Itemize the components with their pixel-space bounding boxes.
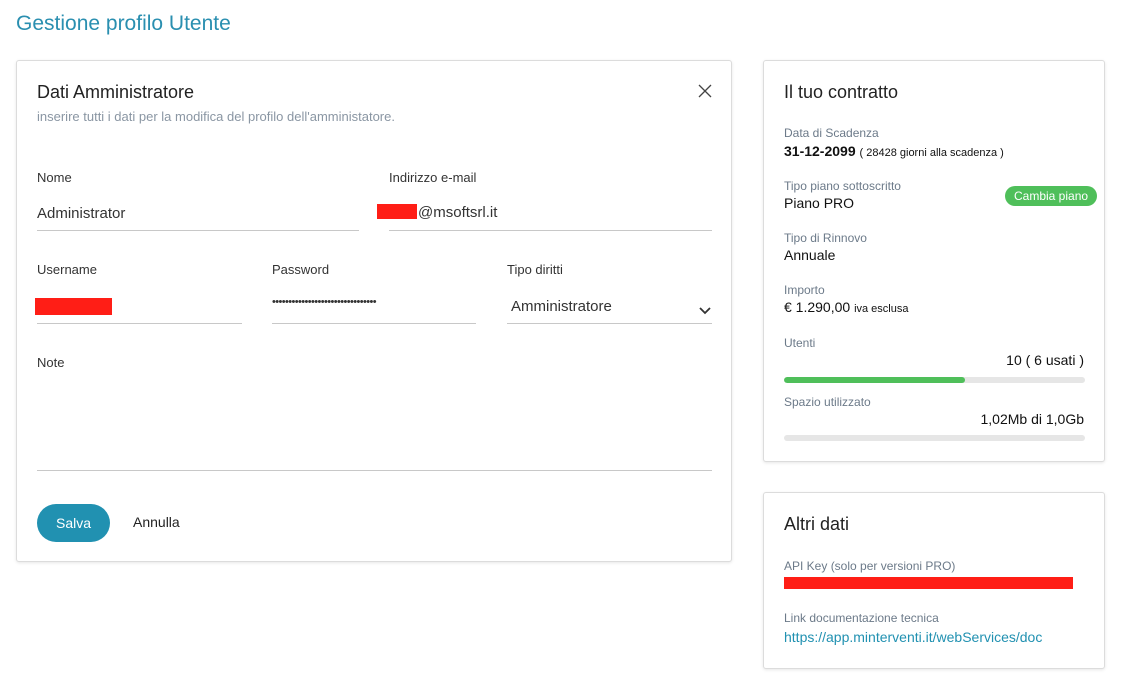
note-label: Note — [37, 355, 65, 370]
rights-underline — [507, 323, 712, 324]
password-underline — [272, 323, 476, 324]
note-underline — [37, 470, 712, 471]
contract-card-title: Il tuo contratto — [784, 82, 899, 102]
name-label: Nome — [37, 170, 72, 185]
expiry-days-note: ( 28428 giorni alla scadenza ) — [859, 147, 1004, 159]
email-underline — [389, 230, 712, 231]
rights-select[interactable]: Amministratore — [511, 298, 612, 315]
other-data-card: Altri dati API Key (solo per versioni PR… — [763, 492, 1105, 669]
space-label: Spazio utilizzato — [784, 395, 871, 409]
renewal-value: Annuale — [784, 247, 836, 263]
email-input[interactable]: @msoftsrl.it — [418, 204, 497, 221]
expiry-date: 31-12-2099 — [784, 143, 856, 159]
chevron-down-icon[interactable] — [698, 302, 712, 315]
save-button[interactable]: Salva — [37, 504, 110, 542]
users-progress-fill — [784, 377, 965, 383]
amount-label: Importo — [784, 283, 825, 297]
users-label: Utenti — [784, 336, 816, 350]
plan-value: Piano PRO — [784, 195, 855, 211]
page-title: Gestione profilo Utente — [16, 12, 231, 35]
users-progress-bar — [784, 377, 1085, 383]
name-underline — [37, 230, 359, 231]
email-label: Indirizzo e-mail — [389, 170, 477, 185]
docs-label: Link documentazione tecnica — [784, 611, 939, 625]
admin-card-title: Dati Amministratore — [37, 82, 195, 102]
renewal-label: Tipo di Rinnovo — [784, 231, 867, 245]
username-input[interactable] — [35, 298, 112, 315]
contract-card: Il tuo contratto Data di Scadenza 31-12-… — [763, 60, 1105, 462]
username-label: Username — [37, 262, 97, 277]
rights-label: Tipo diritti — [507, 262, 563, 277]
amount-note: iva esclusa — [854, 303, 909, 315]
username-underline — [37, 323, 242, 324]
close-icon[interactable] — [695, 81, 715, 101]
docs-link[interactable]: https://app.minterventi.it/webServices/d… — [784, 629, 1042, 645]
api-key-value — [784, 577, 1073, 589]
plan-label: Tipo piano sottoscritto — [784, 179, 901, 193]
expiry-label: Data di Scadenza — [784, 126, 879, 140]
admin-card: Dati Amministratore inserire tutti i dat… — [16, 60, 732, 562]
amount-number: € 1.290,00 — [784, 299, 851, 315]
cancel-button[interactable]: Annulla — [133, 514, 180, 530]
space-progress-bar — [784, 435, 1085, 441]
email-redaction — [377, 204, 417, 219]
expiry-value: 31-12-2099 ( 28428 giorni alla scadenza … — [784, 143, 1004, 159]
password-label: Password — [272, 262, 330, 277]
amount-value: € 1.290,00 iva esclusa — [784, 299, 908, 315]
note-textarea[interactable] — [37, 376, 712, 470]
admin-card-subtitle: inserire tutti i dati per la modifica de… — [37, 109, 395, 124]
space-value: 1,02Mb di 1,0Gb — [980, 411, 1084, 427]
other-card-title: Altri dati — [784, 514, 850, 534]
users-value: 10 ( 6 usati ) — [1006, 352, 1084, 368]
change-plan-button[interactable]: Cambia piano — [1005, 186, 1098, 206]
name-input[interactable]: Administrator — [37, 205, 125, 222]
password-input[interactable]: •••••••••••••••••••••••••••••••• — [272, 296, 377, 308]
api-key-label: API Key (solo per versioni PRO) — [784, 559, 956, 573]
